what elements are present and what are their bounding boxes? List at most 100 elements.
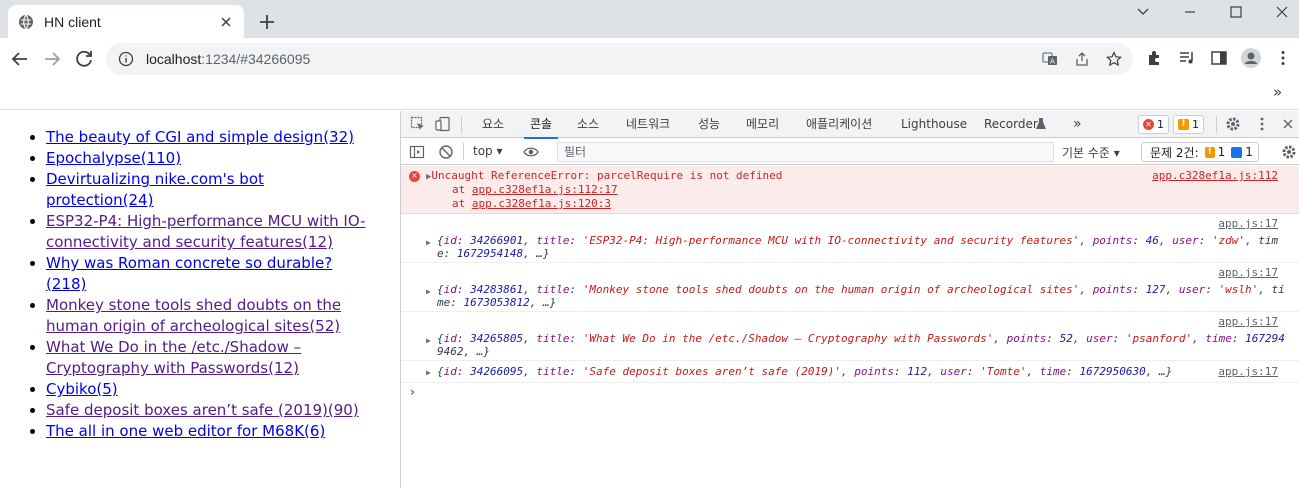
- story-link[interactable]: The all in one web editor for M68K(6): [46, 422, 325, 440]
- story-title: The all in one web editor for M68K: [46, 422, 305, 440]
- expand-triangle-icon[interactable]: ▶: [426, 286, 431, 298]
- extensions-icon[interactable]: [1146, 49, 1164, 67]
- filter-input[interactable]: 필터: [557, 142, 1054, 162]
- story-item: Devirtualizing nike.com's bot protection…: [46, 169, 371, 211]
- back-icon[interactable]: [8, 47, 32, 71]
- console-prompt-icon[interactable]: ›: [410, 385, 415, 399]
- error-count-badge[interactable]: ✕ 1: [1138, 115, 1169, 134]
- toolbar-divider: [461, 116, 462, 133]
- error-message-text: Uncaught ReferenceError: parcelRequire i…: [431, 169, 783, 182]
- reload-icon[interactable]: [72, 47, 96, 71]
- story-title: Devirtualizing nike.com's bot protection: [46, 170, 264, 209]
- browser-toolbar: localhost:1234/#34266095 A: [0, 38, 1299, 80]
- story-comment-count: (32): [323, 128, 354, 146]
- story-item: The all in one web editor for M68K(6): [46, 421, 371, 442]
- story-item: Safe deposit boxes aren’t safe (2019)(90…: [46, 400, 371, 421]
- device-toolbar-icon[interactable]: [435, 116, 451, 132]
- stack-link[interactable]: app.c328ef1a.js:112:17: [472, 183, 618, 196]
- filter-placeholder: 필터: [564, 145, 587, 159]
- expand-triangle-icon[interactable]: ▶: [426, 367, 431, 379]
- clear-console-icon[interactable]: [438, 144, 454, 160]
- address-bar[interactable]: localhost:1234/#34266095 A: [106, 43, 1133, 75]
- tab-lighthouse[interactable]: Lighthouse: [901, 111, 967, 138]
- minimize-icon[interactable]: [1175, 2, 1205, 22]
- story-item: Cybiko(5): [46, 379, 371, 400]
- tab-application[interactable]: 애플리케이션: [806, 111, 872, 138]
- log-source-link[interactable]: app.js:17: [1218, 316, 1278, 328]
- close-devtools-icon[interactable]: [1280, 116, 1296, 132]
- bookmark-star-icon[interactable]: [1106, 51, 1122, 67]
- tab-sources[interactable]: 소스: [577, 111, 599, 138]
- console-prompt-row[interactable]: ›: [401, 383, 1299, 403]
- tab-elements[interactable]: 요소: [482, 111, 504, 138]
- new-tab-icon[interactable]: [256, 11, 278, 33]
- tab-memory[interactable]: 메모리: [746, 111, 779, 138]
- log-object-text: {id: 34266901, title: 'ESP32-P4: High-pe…: [437, 234, 1279, 247]
- story-link[interactable]: What We Do in the /etc./Shadow – Cryptog…: [46, 338, 301, 377]
- devtools-menu-icon[interactable]: [1254, 116, 1270, 132]
- forward-icon[interactable]: [40, 47, 64, 71]
- console-settings-icon[interactable]: [1281, 144, 1297, 160]
- expand-triangle-icon[interactable]: ▶: [426, 335, 431, 347]
- error-message[interactable]: ✕ ▶Uncaught ReferenceError: parcelRequir…: [401, 166, 1299, 214]
- warning-count-badge[interactable]: ! 1: [1173, 115, 1204, 134]
- story-link[interactable]: Epochalypse(110): [46, 149, 181, 167]
- stack-frame: at app.c328ef1a.js:120:3: [452, 198, 611, 210]
- story-link[interactable]: Devirtualizing nike.com's bot protection…: [46, 170, 264, 209]
- stack-frame: at app.c328ef1a.js:112:17: [452, 184, 618, 196]
- story-comment-count: (5): [96, 380, 118, 398]
- tab-network[interactable]: 네트워크: [626, 111, 670, 138]
- story-item: The beauty of CGI and simple design(32): [46, 127, 371, 148]
- maximize-icon[interactable]: [1221, 2, 1251, 22]
- story-link[interactable]: Why was Roman concrete so durable? (218): [46, 254, 332, 293]
- eye-icon[interactable]: [523, 144, 539, 160]
- log-source-link[interactable]: app.js:17: [1218, 218, 1278, 230]
- story-item: Monkey stone tools shed doubts on the hu…: [46, 295, 371, 337]
- info-icon[interactable]: [118, 51, 134, 67]
- log-source-link[interactable]: app.js:17: [1218, 267, 1278, 279]
- inspect-element-icon[interactable]: [410, 116, 426, 132]
- story-link[interactable]: Safe deposit boxes aren’t safe (2019)(90…: [46, 401, 359, 419]
- issues-button[interactable]: 문제 2건: ! 1 1: [1141, 142, 1259, 162]
- more-tabs-button[interactable]: »: [1073, 111, 1082, 138]
- context-select[interactable]: top ▾: [473, 144, 503, 158]
- log-message[interactable]: app.js:17 ▶ {id: 34265805, title: 'What We…: [401, 312, 1299, 361]
- log-source-link[interactable]: app.js:17: [1218, 366, 1278, 378]
- stack-link[interactable]: app.c328ef1a.js:120:3: [472, 197, 611, 210]
- menu-dots-icon[interactable]: [1274, 49, 1292, 67]
- settings-gear-icon[interactable]: [1225, 116, 1241, 132]
- tab-recorder[interactable]: Recorder: [984, 111, 1038, 138]
- story-link[interactable]: The beauty of CGI and simple design(32): [46, 128, 354, 146]
- tab-console[interactable]: 콘솔: [523, 111, 559, 139]
- chevron-down-icon[interactable]: [1128, 2, 1158, 22]
- issues-info-count: 1: [1245, 145, 1253, 159]
- toolbar-divider: [1216, 116, 1217, 133]
- side-panel-icon[interactable]: [1210, 49, 1228, 67]
- translate-icon[interactable]: A: [1042, 51, 1058, 67]
- log-message[interactable]: app.js:17 ▶ {id: 34266095, title: 'Safe de…: [401, 361, 1299, 383]
- toolbar-divider: [463, 143, 464, 160]
- bookmark-bar: [0, 80, 1299, 110]
- window-close-icon[interactable]: [1267, 2, 1297, 22]
- log-message[interactable]: app.js:17 ▶ {id: 34283861, title: 'Monkey …: [401, 263, 1299, 312]
- share-icon[interactable]: [1074, 51, 1090, 67]
- log-levels-select[interactable]: 기본 수준 ▾: [1062, 144, 1120, 161]
- log-object-text: {id: 34265805, title: 'What We Do in the…: [437, 332, 1285, 345]
- story-link[interactable]: ESP32-P4: High-performance MCU with IO-c…: [46, 212, 366, 251]
- browser-tab[interactable]: HN client: [8, 5, 244, 38]
- story-link[interactable]: Cybiko(5): [46, 380, 118, 398]
- close-icon[interactable]: [218, 14, 234, 30]
- error-source-link[interactable]: app.c328ef1a.js:112: [1152, 170, 1278, 182]
- media-control-icon[interactable]: [1178, 49, 1196, 67]
- story-title: Safe deposit boxes aren’t safe (2019): [46, 401, 328, 419]
- bookmarks-overflow-button[interactable]: »: [1273, 83, 1282, 101]
- story-comment-count: (218): [46, 275, 87, 293]
- expand-triangle-icon[interactable]: ▶: [426, 237, 431, 249]
- issues-label: 문제 2건:: [1150, 145, 1199, 160]
- tab-performance[interactable]: 성능: [698, 111, 720, 138]
- story-comment-count: (12): [268, 359, 299, 377]
- sidebar-toggle-icon[interactable]: [409, 144, 425, 160]
- profile-avatar-icon[interactable]: [1241, 48, 1261, 68]
- log-message[interactable]: app.js:17 ▶ {id: 34266901, title: 'ESP32-P…: [401, 214, 1299, 263]
- story-link[interactable]: Monkey stone tools shed doubts on the hu…: [46, 296, 341, 335]
